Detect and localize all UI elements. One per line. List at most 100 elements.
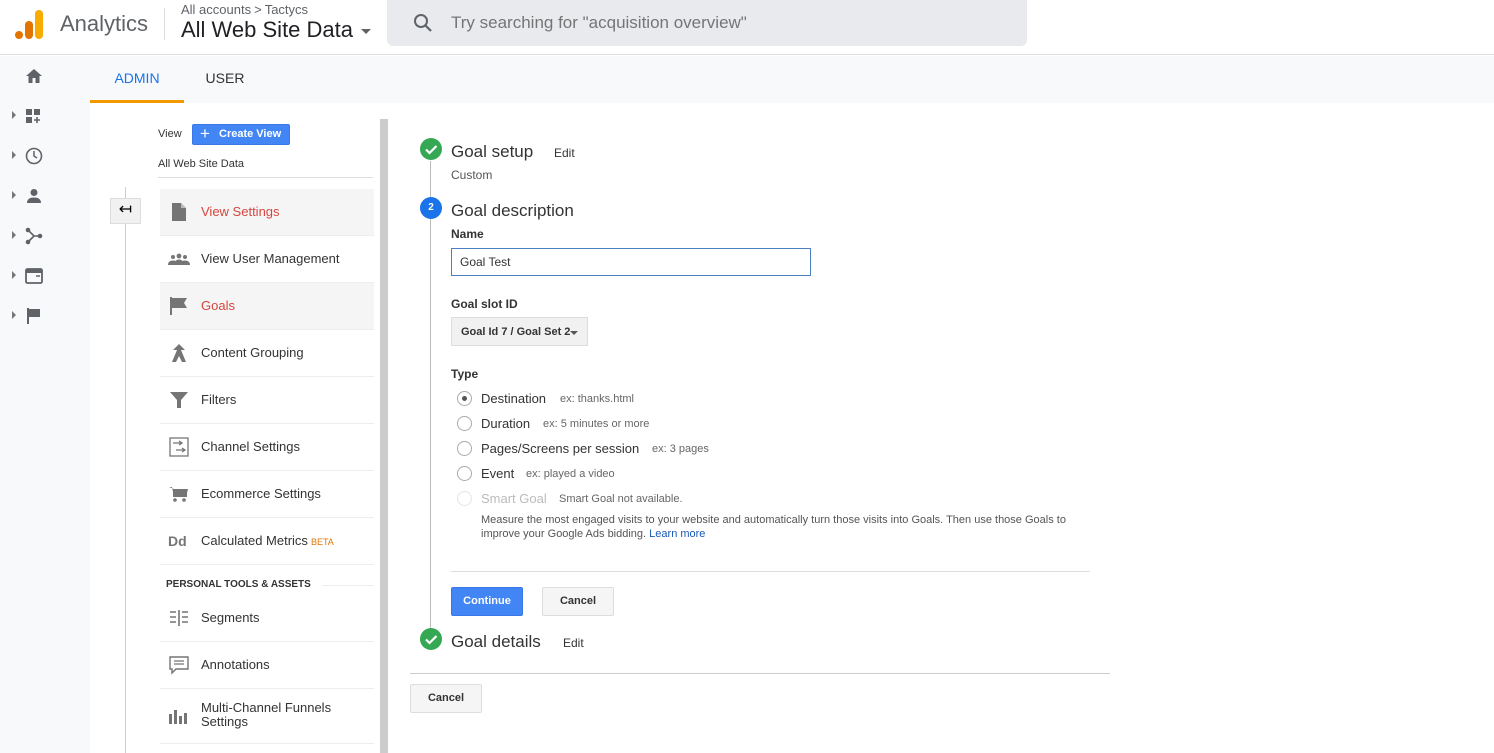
type-option-label: Duration	[481, 416, 531, 431]
breadcrumb-account[interactable]: Tactycs	[265, 2, 308, 17]
check-circle-icon	[420, 628, 442, 650]
menu-item-label: Segments	[201, 610, 260, 625]
radio-button[interactable]	[457, 416, 472, 431]
continue-button[interactable]: Continue	[451, 587, 523, 616]
type-option-label: Event	[481, 466, 515, 481]
type-option-example: ex: 5 minutes or more	[543, 418, 650, 430]
type-option-label: Destination	[481, 391, 547, 406]
nav-conversions[interactable]	[0, 296, 90, 336]
goal-slot-value: Goal Id 7 / Goal Set 2	[461, 326, 571, 338]
menu-item-label: Goals	[201, 298, 235, 313]
menu-item-channel-settings[interactable]: Channel Settings	[160, 424, 374, 471]
menu-item-annotations[interactable]: Annotations	[160, 642, 374, 689]
users-icon	[168, 253, 190, 265]
menu-item-view-settings[interactable]: View Settings	[160, 189, 374, 236]
menu-item-label: Ecommerce Settings	[201, 486, 321, 501]
caret-down-icon	[570, 331, 578, 335]
step-number-badge: 2	[420, 197, 442, 219]
menu-item-label: Annotations	[201, 657, 270, 672]
analytics-logo-icon[interactable]	[14, 8, 44, 40]
home-icon	[26, 69, 42, 83]
nav-behavior[interactable]	[0, 256, 90, 296]
view-label: View	[158, 128, 182, 140]
menu-item-label: Multi-Channel Funnels Settings	[201, 700, 332, 729]
header-divider	[164, 8, 165, 40]
menu-item-filters[interactable]: Filters	[160, 377, 374, 424]
search-input[interactable]	[451, 0, 1011, 46]
radio-button[interactable]	[457, 466, 472, 481]
menu-item-calculated-metrics[interactable]: Dd Calculated Metrics BETA	[160, 518, 374, 565]
expand-arrow-icon	[12, 191, 16, 199]
nav-audience[interactable]	[0, 176, 90, 216]
back-arrow-button[interactable]: ↤	[110, 198, 141, 224]
menu-item-label: Calculated Metrics BETA	[201, 533, 334, 548]
menu-item-goals[interactable]: Goals	[160, 283, 374, 330]
type-option-label: Smart Goal	[481, 491, 547, 506]
radio-button[interactable]	[457, 391, 472, 406]
nav-home[interactable]	[0, 56, 90, 96]
menu-item-label: Filters	[201, 392, 237, 407]
realtime-clock-icon	[25, 147, 43, 165]
menu-item-view-user-management[interactable]: View User Management	[160, 236, 374, 283]
left-nav	[0, 56, 90, 753]
menu-item-segments[interactable]: Segments	[160, 595, 374, 642]
goal-setup-title: Goal setup	[451, 142, 534, 161]
column-scrollbar[interactable]	[380, 119, 388, 753]
cart-icon	[169, 487, 188, 502]
check-circle-icon	[420, 138, 442, 160]
channel-settings-icon	[169, 437, 189, 457]
step-connector-line	[430, 161, 431, 641]
goal-slot-label: Goal slot ID	[451, 297, 518, 311]
tab-user[interactable]: USER	[190, 56, 260, 103]
filter-icon	[170, 392, 188, 408]
type-option-example: ex: thanks.html	[560, 393, 634, 405]
goal-name-input[interactable]	[451, 248, 811, 276]
content-grouping-icon	[172, 344, 186, 362]
goal-details-title: Goal details	[451, 632, 541, 651]
cancel-button[interactable]: Cancel	[410, 684, 482, 713]
view-menu: View Settings View User Management Goals…	[160, 189, 374, 744]
radio-button[interactable]	[457, 441, 472, 456]
view-selector-label: All Web Site Data	[181, 17, 354, 42]
goal-slot-dropdown[interactable]: Goal Id 7 / Goal Set 2	[451, 317, 588, 346]
top-header: Analytics All accounts > Tactycs All Web S…	[0, 0, 1494, 55]
tab-admin[interactable]: ADMIN	[90, 56, 184, 103]
step-cancel-button[interactable]: Cancel	[542, 587, 614, 616]
menu-item-label: View User Management	[201, 251, 340, 266]
svg-text:Dd: Dd	[168, 533, 187, 549]
app-name: Analytics	[60, 11, 149, 36]
caret-down-icon	[361, 28, 372, 34]
view-selector[interactable]: All Web Site Data	[181, 17, 372, 43]
plus-icon: +	[200, 124, 210, 143]
menu-item-content-grouping[interactable]: Content Grouping	[160, 330, 374, 377]
nav-customization[interactable]	[0, 96, 90, 136]
goal-details-edit-link[interactable]: Edit	[563, 636, 584, 650]
breadcrumb-all-accounts[interactable]: All accounts	[181, 2, 251, 17]
type-option-example: ex: played a video	[526, 468, 615, 480]
menu-item-label: View Settings	[201, 204, 280, 219]
search-bar[interactable]	[387, 0, 1027, 46]
expand-arrow-icon	[12, 151, 16, 159]
menu-item-label: Channel Settings	[201, 439, 301, 454]
name-label: Name	[451, 227, 484, 241]
nav-realtime[interactable]	[0, 136, 90, 176]
smart-goal-description-text: Measure the most engaged visits to your …	[481, 514, 1066, 540]
breadcrumb[interactable]: All accounts > Tactycs	[181, 2, 308, 17]
create-view-button[interactable]: + Create View	[192, 124, 290, 145]
current-view-name: All Web Site Data	[158, 158, 245, 170]
type-label: Type	[451, 367, 479, 381]
goal-setup-edit-link[interactable]: Edit	[554, 146, 575, 160]
menu-item-multi-channel-funnels[interactable]: Multi-Channel Funnels Settings	[160, 689, 374, 744]
calculated-metrics-label: Calculated Metrics	[201, 533, 308, 548]
menu-item-ecommerce-settings[interactable]: Ecommerce Settings	[160, 471, 374, 518]
expand-arrow-icon	[12, 111, 16, 119]
customization-icon	[26, 109, 40, 123]
goal-description-title: Goal description	[451, 201, 574, 220]
smart-goal-description: Measure the most engaged visits to your …	[481, 513, 1101, 541]
audience-person-icon	[27, 189, 41, 203]
search-icon	[414, 14, 432, 32]
type-option-label: Pages/Screens per session	[481, 441, 640, 456]
nav-acquisition[interactable]	[0, 216, 90, 256]
learn-more-link[interactable]: Learn more	[649, 528, 705, 540]
divider	[410, 673, 1110, 674]
